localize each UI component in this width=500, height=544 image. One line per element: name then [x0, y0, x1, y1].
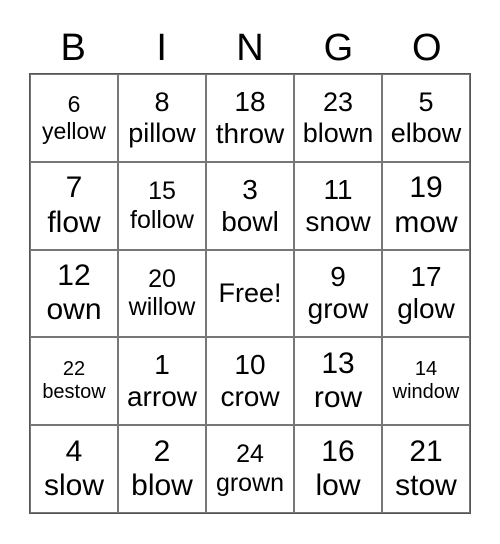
bingo-cell: 20 willow — [118, 249, 206, 338]
bingo-cell: 15 follow — [118, 161, 206, 250]
bingo-cell: 13 row — [294, 337, 382, 426]
bingo-cell: 21 stow — [382, 425, 470, 513]
bingo-cell: 18 throw — [206, 74, 294, 162]
header-letter-i: I — [156, 27, 167, 69]
bingo-cell: 8 pillow — [118, 74, 206, 162]
bingo-cell: 23 blown — [294, 74, 382, 162]
bingo-cell: 22 bestow — [30, 337, 118, 426]
bingo-cell: 2 blow — [118, 425, 206, 513]
header-letter-b: B — [60, 27, 86, 69]
bingo-cell: 16 low — [294, 425, 382, 513]
bingo-cell: 3 bowl — [206, 161, 294, 250]
bingo-cell: 17 glow — [382, 249, 470, 338]
bingo-cell: 19 mow — [382, 161, 470, 250]
bingo-cell: 24 grown — [206, 425, 294, 513]
bingo-cell: 9 grow — [294, 249, 382, 338]
bingo-cell: 11 snow — [294, 161, 382, 250]
bingo-cell: 14 window — [382, 337, 470, 426]
bingo-header: B I N G O — [29, 26, 471, 70]
bingo-cell: 10 crow — [206, 337, 294, 426]
free-cell: Free! — [206, 249, 294, 338]
bingo-cell: 1 arrow — [118, 337, 206, 426]
header-letter-g: G — [323, 27, 354, 69]
header-letter-o: O — [412, 27, 442, 69]
bingo-cell: 4 slow — [30, 425, 118, 513]
bingo-cell: 7 flow — [30, 161, 118, 250]
bingo-cell: 6 yellow — [30, 74, 118, 162]
bingo-cell: 5 elbow — [382, 74, 470, 162]
bingo-cell: 12 own — [30, 249, 118, 338]
header-letter-n: N — [236, 27, 264, 69]
bingo-grid: 6 yellow 8 pillow 18 throw 23 blown 5 el… — [29, 73, 471, 514]
